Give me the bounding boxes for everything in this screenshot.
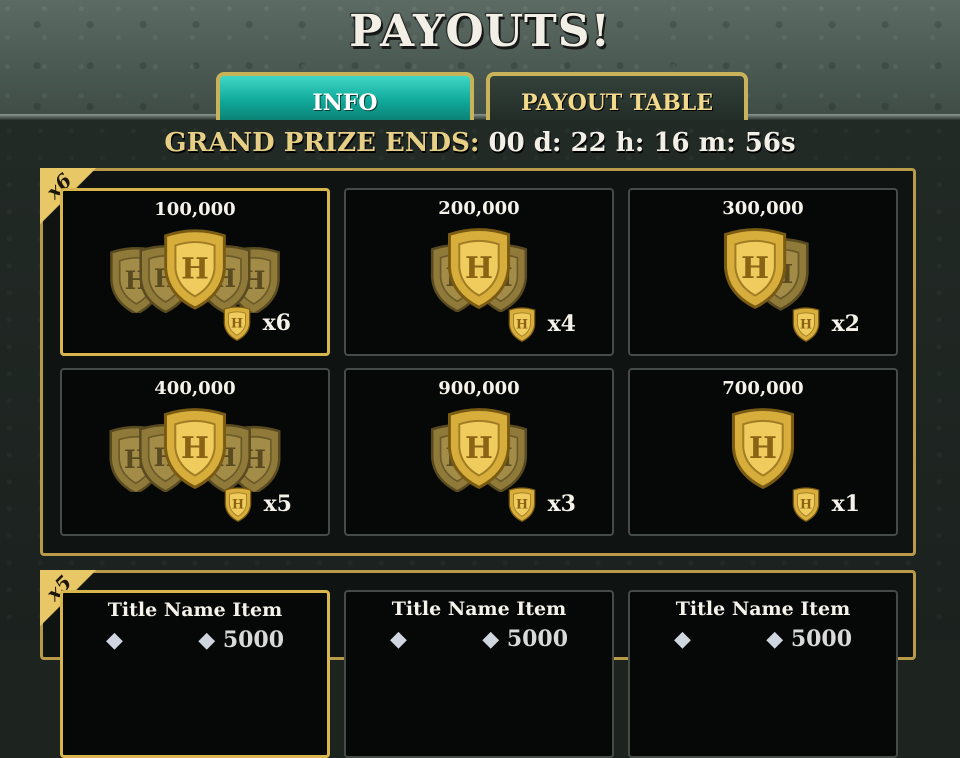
payout-amount: 900,000: [438, 378, 520, 399]
countdown-label: GRAND PRIZE ENDS:: [164, 128, 480, 158]
gem-icon: ◆: [198, 627, 216, 653]
payout-card[interactable]: 300,000 HH H x2: [628, 188, 898, 356]
multiplier-label: x5: [263, 491, 292, 517]
shield-stack-icon: H HH HH: [109, 408, 281, 492]
item-card[interactable]: Title Name Item ◆ ◆ 5000: [344, 590, 614, 758]
shield-icon: H: [508, 487, 535, 523]
payout-card[interactable]: 200,000 HHH H x4: [344, 188, 614, 356]
countdown-value: 00 d: 22 h: 16 m: 56s: [488, 128, 796, 158]
svg-text:H: H: [749, 430, 777, 465]
payout-amount: 300,000: [722, 198, 804, 219]
item-title: Title Name Item: [107, 599, 283, 621]
multiplier: H x1: [788, 486, 860, 523]
item-value: ◆ ◆ 5000: [630, 626, 896, 652]
payout-amount: 100,000: [154, 199, 236, 220]
payout-amount: 200,000: [438, 198, 520, 219]
tab-info[interactable]: INFO: [216, 72, 474, 122]
multiplier-label: x4: [547, 311, 576, 337]
payout-amount: 700,000: [722, 378, 804, 399]
multiplier: H x2: [788, 306, 860, 343]
svg-text:H: H: [741, 250, 769, 285]
payout-card[interactable]: 900,000 HHH H x3: [344, 368, 614, 536]
item-value-label: 5000: [222, 627, 285, 653]
item-value-label: 5000: [790, 626, 853, 652]
multiplier: H x6: [219, 305, 291, 342]
multiplier: H x3: [504, 486, 576, 523]
svg-text:H: H: [516, 317, 528, 332]
multiplier: H x5: [220, 486, 292, 523]
gem-icon: ◆: [673, 626, 691, 652]
gem-icon: ◆: [105, 627, 123, 653]
payout-section-x5: x5 Title Name Item ◆ ◆ 5000 Title Name I…: [40, 570, 916, 758]
svg-text:H: H: [800, 497, 812, 512]
multiplier-label: x6: [262, 310, 291, 336]
item-title: Title Name Item: [675, 598, 851, 620]
gem-icon: ◆: [389, 626, 407, 652]
shield-icon: H: [792, 307, 819, 343]
svg-text:H: H: [231, 316, 243, 331]
item-card[interactable]: Title Name Item ◆ ◆ 5000: [60, 590, 330, 758]
item-title: Title Name Item: [391, 598, 567, 620]
payout-section-x6: x6 100,000 HHHHH H x6 200,000 HHH H x4 3…: [40, 168, 916, 556]
gem-icon: ◆: [482, 626, 500, 652]
multiplier: H x4: [504, 306, 576, 343]
svg-text:H: H: [181, 251, 209, 286]
payout-card[interactable]: 400,000 HHHHH H x5: [60, 368, 330, 536]
tab-info-label: INFO: [312, 90, 378, 116]
svg-text:H: H: [800, 317, 812, 332]
shield-stack-icon: H HH HH: [110, 229, 280, 313]
multiplier-label: x2: [831, 311, 860, 337]
multiplier-label: x1: [831, 491, 860, 517]
gem-icon: ◆: [766, 626, 784, 652]
svg-text:H: H: [465, 250, 493, 285]
shield-stack-icon: HH: [724, 228, 809, 311]
item-value: ◆ ◆ 5000: [63, 627, 327, 653]
payout-amount: 400,000: [154, 378, 236, 399]
shield-icon: H: [223, 306, 250, 342]
page-title: PAYOUTS!: [349, 6, 611, 57]
shield-icon: H: [508, 307, 535, 343]
svg-text:H: H: [516, 497, 528, 512]
grand-prize-countdown: GRAND PRIZE ENDS: 00 d: 22 h: 16 m: 56s: [0, 128, 960, 158]
shield-stack-icon: HHH: [430, 228, 528, 312]
svg-text:H: H: [181, 430, 209, 465]
payout-card[interactable]: 100,000 HHHHH H x6: [60, 188, 330, 356]
svg-text:H: H: [232, 497, 244, 512]
item-value-label: 5000: [506, 626, 569, 652]
item-card[interactable]: Title Name Item ◆ ◆ 5000: [628, 590, 898, 758]
multiplier-label: x3: [547, 491, 576, 517]
shield-stack-icon: HHH: [430, 408, 528, 492]
tab-payout-table-label: PAYOUT TABLE: [520, 90, 714, 116]
shield-icon: H: [731, 408, 795, 490]
svg-text:H: H: [465, 430, 493, 465]
shield-icon: H: [792, 487, 819, 523]
item-value: ◆ ◆ 5000: [346, 626, 612, 652]
payout-card[interactable]: 700,000 H H x1: [628, 368, 898, 536]
shield-icon: H: [224, 487, 251, 523]
tab-payout-table[interactable]: PAYOUT TABLE: [486, 72, 748, 122]
